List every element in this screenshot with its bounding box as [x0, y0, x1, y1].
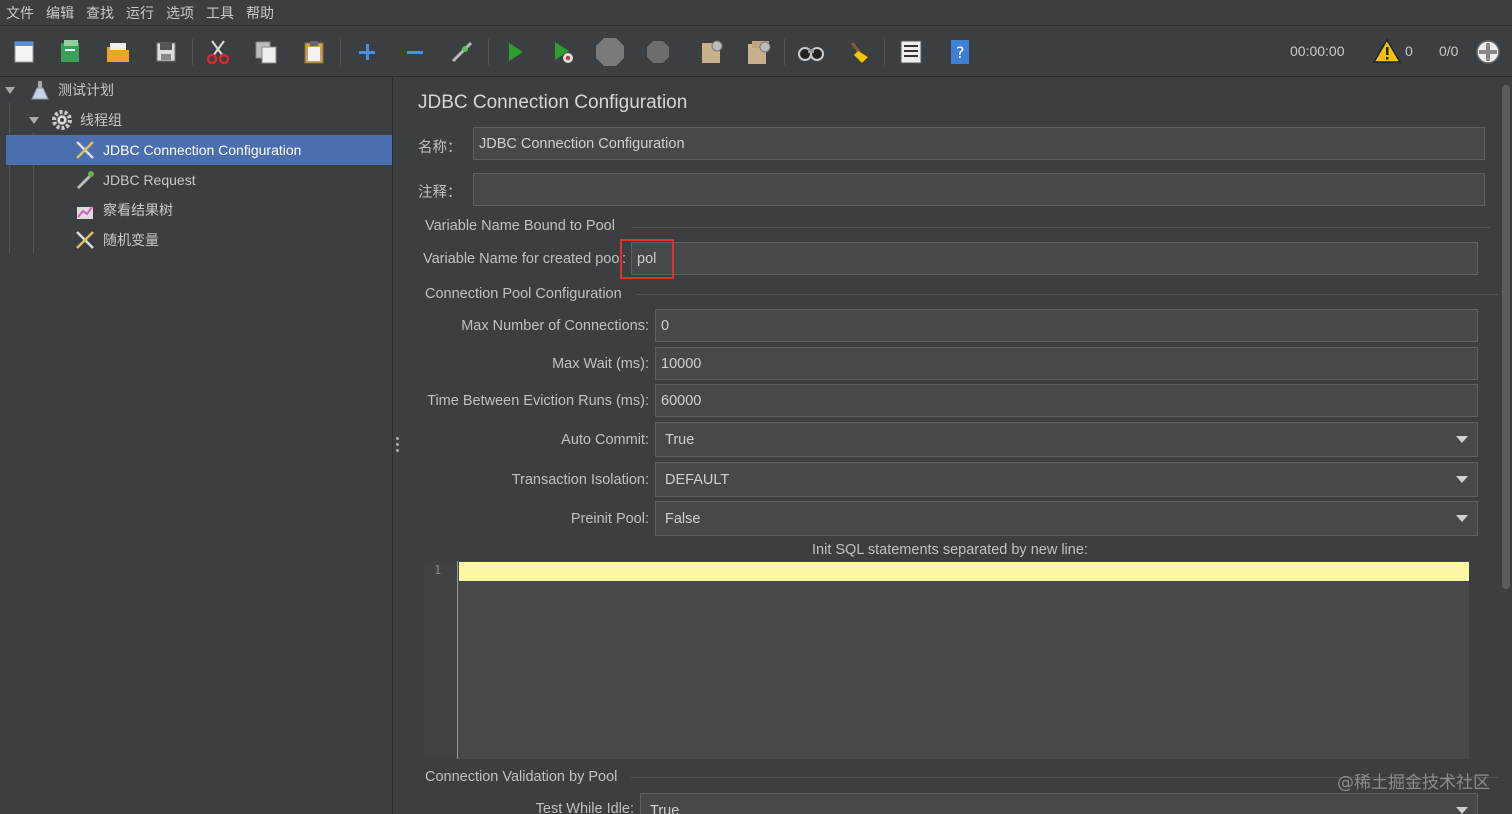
tree-item-test-plan[interactable]: 测试计划 [0, 75, 392, 105]
chevron-down-icon [1456, 807, 1468, 814]
search-icon[interactable] [796, 37, 826, 67]
menu-options[interactable]: 选项 [166, 3, 194, 23]
comment-label: 注释： [418, 185, 462, 201]
group-title-validation: Connection Validation by Pool [425, 769, 618, 785]
menu-help[interactable]: 帮助 [246, 3, 274, 23]
tree-item-jdbc-request[interactable]: JDBC Request [0, 165, 392, 195]
menu-file[interactable]: 文件 [6, 3, 34, 23]
test-idle-label: Test While Idle: [535, 801, 634, 814]
help-icon[interactable]: ? [945, 37, 975, 67]
collapse-icon[interactable] [400, 37, 430, 67]
wrench-icon [74, 139, 96, 161]
timer: 00:00:00 [1290, 43, 1345, 59]
wrench-icon [74, 229, 96, 251]
name-label: 名称： [418, 140, 462, 156]
save-icon[interactable] [151, 37, 181, 67]
clear-all-icon[interactable] [743, 37, 773, 67]
chevron-down-icon [1456, 436, 1468, 443]
clear-icon[interactable] [696, 37, 726, 67]
function-helper-icon[interactable] [896, 37, 926, 67]
test-idle-value: True [650, 802, 680, 814]
auto-commit-select[interactable]: True [655, 422, 1478, 457]
max-wait-label: Max Wait (ms): [552, 356, 649, 372]
init-sql-label: Init SQL statements separated by new lin… [812, 542, 1088, 558]
toggle-icon[interactable] [447, 37, 477, 67]
templates-icon[interactable] [55, 37, 85, 67]
copy-icon[interactable] [251, 37, 281, 67]
menu-run[interactable]: 运行 [126, 3, 154, 23]
eviction-label: Time Between Eviction Runs (ms): [427, 393, 649, 409]
test-plan-tree: 测试计划 线程组 JDBC Connection Configuration J… [0, 77, 393, 814]
tree-item-view-results-tree[interactable]: 察看结果树 [0, 195, 392, 225]
reset-search-icon[interactable] [844, 37, 874, 67]
tree-item-label: 测试计划 [58, 83, 114, 99]
chart-icon [74, 199, 96, 221]
tree-item-label: JDBC Connection Configuration [103, 142, 302, 158]
test-idle-select[interactable]: True [640, 793, 1478, 814]
start-icon[interactable] [500, 37, 530, 67]
isolation-value: DEFAULT [665, 471, 730, 488]
shutdown-icon[interactable] [643, 37, 673, 67]
max-wait-field[interactable]: 10000 [655, 347, 1478, 380]
max-connections-label: Max Number of Connections: [461, 318, 649, 334]
isolation-select[interactable]: DEFAULT [655, 462, 1478, 497]
preinit-select[interactable]: False [655, 501, 1478, 536]
init-sql-editor[interactable]: 1 [424, 561, 1469, 759]
group-title-connection-pool: Connection Pool Configuration [425, 286, 622, 302]
config-panel: JDBC Connection Configuration 名称： JDBC C… [402, 77, 1512, 814]
remote-status-icon[interactable] [1475, 39, 1501, 68]
max-connections-field[interactable]: 0 [655, 309, 1478, 342]
tree-item-label: JDBC Request [103, 172, 196, 188]
splitter-handle[interactable] [396, 437, 400, 453]
line-number-gutter: 1 [424, 561, 458, 759]
start-no-pause-icon[interactable] [548, 37, 578, 67]
tree-item-label: 随机变量 [103, 233, 159, 249]
pipette-icon [74, 169, 96, 191]
tree-item-label: 线程组 [80, 113, 122, 129]
toolbar: ? 00:00:00 0 0/0 [0, 27, 1512, 77]
name-field[interactable]: JDBC Connection Configuration [473, 127, 1485, 160]
gear-icon [51, 109, 73, 131]
tree-item-random-variable[interactable]: 随机变量 [0, 225, 392, 255]
tree-item-jdbc-connection-config[interactable]: JDBC Connection Configuration [6, 135, 392, 165]
eviction-field[interactable]: 60000 [655, 384, 1478, 417]
cut-icon[interactable] [203, 37, 233, 67]
warning-count: 0 [1405, 43, 1413, 59]
chevron-down-icon [1456, 476, 1468, 483]
auto-commit-label: Auto Commit: [561, 432, 649, 448]
open-icon[interactable] [103, 37, 133, 67]
stop-icon[interactable] [595, 37, 625, 67]
expand-arrow-icon[interactable] [29, 116, 39, 124]
group-title-pool-var: Variable Name Bound to Pool [425, 218, 615, 234]
watermark: @稀土掘金技术社区 [1337, 773, 1490, 793]
vertical-scrollbar[interactable] [1500, 77, 1512, 814]
thread-count: 0/0 [1439, 43, 1459, 59]
page-title: JDBC Connection Configuration [418, 92, 688, 113]
tree-item-label: 察看结果树 [103, 203, 173, 219]
preinit-value: False [665, 510, 701, 527]
comment-field[interactable] [473, 173, 1485, 206]
expand-arrow-icon[interactable] [5, 86, 15, 94]
line-number: 1 [434, 563, 442, 577]
menu-tools[interactable]: 工具 [206, 3, 234, 23]
preinit-label: Preinit Pool: [570, 511, 649, 527]
paste-icon[interactable] [299, 37, 329, 67]
flask-icon [29, 79, 51, 101]
auto-commit-value: True [665, 431, 695, 448]
expand-icon[interactable] [352, 37, 382, 67]
var-name-label: Variable Name for created poo [423, 251, 620, 267]
var-name-field[interactable]: pol [631, 242, 1478, 275]
tree-item-thread-group[interactable]: 线程组 [0, 105, 392, 135]
warning-icon[interactable] [1372, 38, 1402, 67]
chevron-down-icon [1456, 515, 1468, 522]
highlight-box [620, 239, 674, 279]
menu-edit[interactable]: 编辑 [46, 3, 74, 23]
new-icon[interactable] [9, 37, 39, 67]
current-line-highlight [459, 562, 1469, 581]
scrollbar-thumb[interactable] [1502, 85, 1510, 589]
menu-search[interactable]: 查找 [86, 3, 114, 23]
svg-text:?: ? [956, 43, 965, 62]
menu-bar: 文件 编辑 查找 运行 选项 工具 帮助 [0, 0, 1512, 26]
isolation-label: Transaction Isolation: [511, 472, 649, 488]
